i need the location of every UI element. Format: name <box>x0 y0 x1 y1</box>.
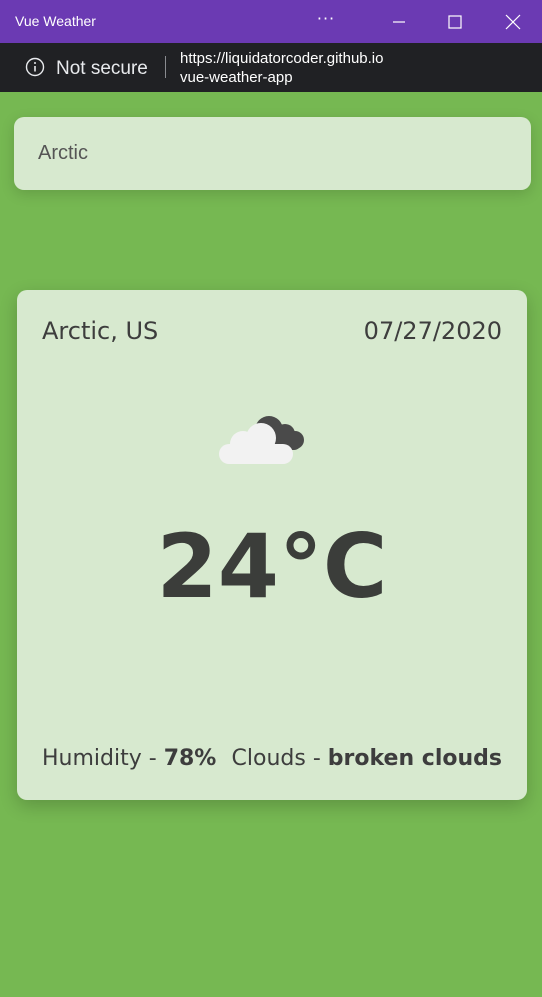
humidity-value: 78% <box>163 746 217 771</box>
clouds-value: broken clouds <box>327 746 502 771</box>
address-bar[interactable]: Not secure https://liquidatorcoder.githu… <box>0 43 542 92</box>
date-label: 07/27/2020 <box>363 317 502 345</box>
minimize-icon <box>393 20 405 23</box>
security-status[interactable]: Not secure <box>56 58 148 80</box>
address-separator <box>165 56 166 78</box>
clouds-info: Clouds - broken clouds <box>232 746 502 771</box>
maximize-button[interactable] <box>426 0 484 43</box>
url-line-2: vue-weather-app <box>180 69 293 86</box>
close-icon <box>505 14 521 29</box>
more-icon: ··· <box>316 9 336 28</box>
close-button[interactable] <box>484 0 542 43</box>
weather-card: Arctic, US 07/27/2020 24°C Humidity - 78… <box>17 290 527 800</box>
humidity-label: Humidity - <box>42 746 157 771</box>
more-options-button[interactable]: ··· <box>297 0 355 40</box>
maximize-icon <box>448 14 462 29</box>
humidity-info: Humidity - 78% <box>42 746 216 771</box>
window-title: Vue Weather <box>15 13 96 29</box>
location-label: Arctic, US <box>42 317 159 345</box>
search-input[interactable] <box>14 117 531 190</box>
window-titlebar: Vue Weather ··· <box>0 0 542 43</box>
info-icon[interactable] <box>25 57 45 77</box>
url-line-1: https://liquidatorcoder.github.io <box>180 50 384 67</box>
temperature-value: 24°C <box>156 515 388 618</box>
url-text[interactable]: https://liquidatorcoder.github.io vue-we… <box>180 49 383 87</box>
minimize-button[interactable] <box>370 0 428 43</box>
clouds-label: Clouds - <box>231 746 321 771</box>
search-box <box>14 117 531 190</box>
broken-clouds-icon <box>219 416 304 464</box>
